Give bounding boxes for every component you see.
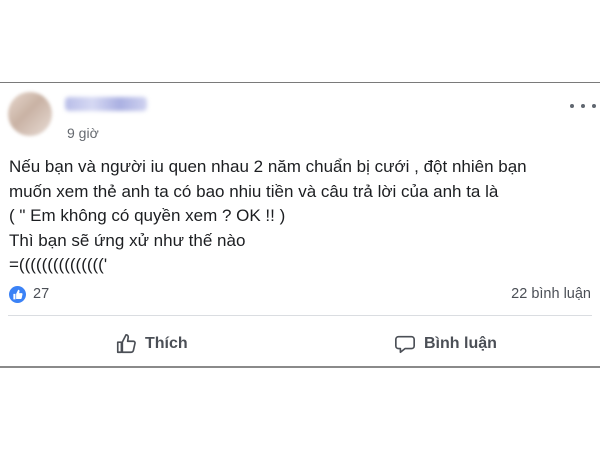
post-body-line: Thì bạn sẽ ứng xử như thế nào — [9, 230, 246, 250]
like-button[interactable]: Thích — [115, 327, 188, 361]
thumbs-up-icon — [116, 334, 136, 354]
divider — [8, 315, 592, 316]
post-body-line: muốn xem thẻ anh ta có bao nhiu tiền và … — [9, 181, 499, 201]
comment-button[interactable]: Bình luận — [394, 327, 497, 361]
post-card: 9 giờ Nếu bạn và người iu quen nhau 2 nă… — [0, 82, 600, 368]
like-button-label: Thích — [145, 335, 188, 352]
like-reaction-icon[interactable] — [9, 286, 26, 303]
comment-button-label: Bình luận — [424, 335, 497, 352]
author-name[interactable] — [65, 97, 147, 111]
comment-bubble-icon — [395, 335, 415, 354]
post-header: 9 giờ — [0, 83, 600, 143]
post-body-line: Nếu bạn và người iu quen nhau 2 năm chuẩ… — [9, 157, 527, 176]
post-stats: 27 22 bình luận — [0, 283, 600, 307]
comment-count[interactable]: 22 bình luận — [511, 286, 591, 302]
reaction-count[interactable]: 27 — [33, 286, 49, 302]
post-timestamp[interactable]: 9 giờ — [67, 125, 99, 141]
post-actions: Thích Bình luận — [0, 321, 600, 365]
post-body-line: ( " Em không có quyền xem ? OK !! ) — [9, 206, 286, 225]
post-body-line: =(((((((((((((((' — [9, 255, 108, 274]
avatar[interactable] — [8, 92, 52, 136]
more-options-icon[interactable] — [570, 101, 596, 111]
post-body: Nếu bạn và người iu quen nhau 2 năm chuẩ… — [9, 155, 590, 278]
